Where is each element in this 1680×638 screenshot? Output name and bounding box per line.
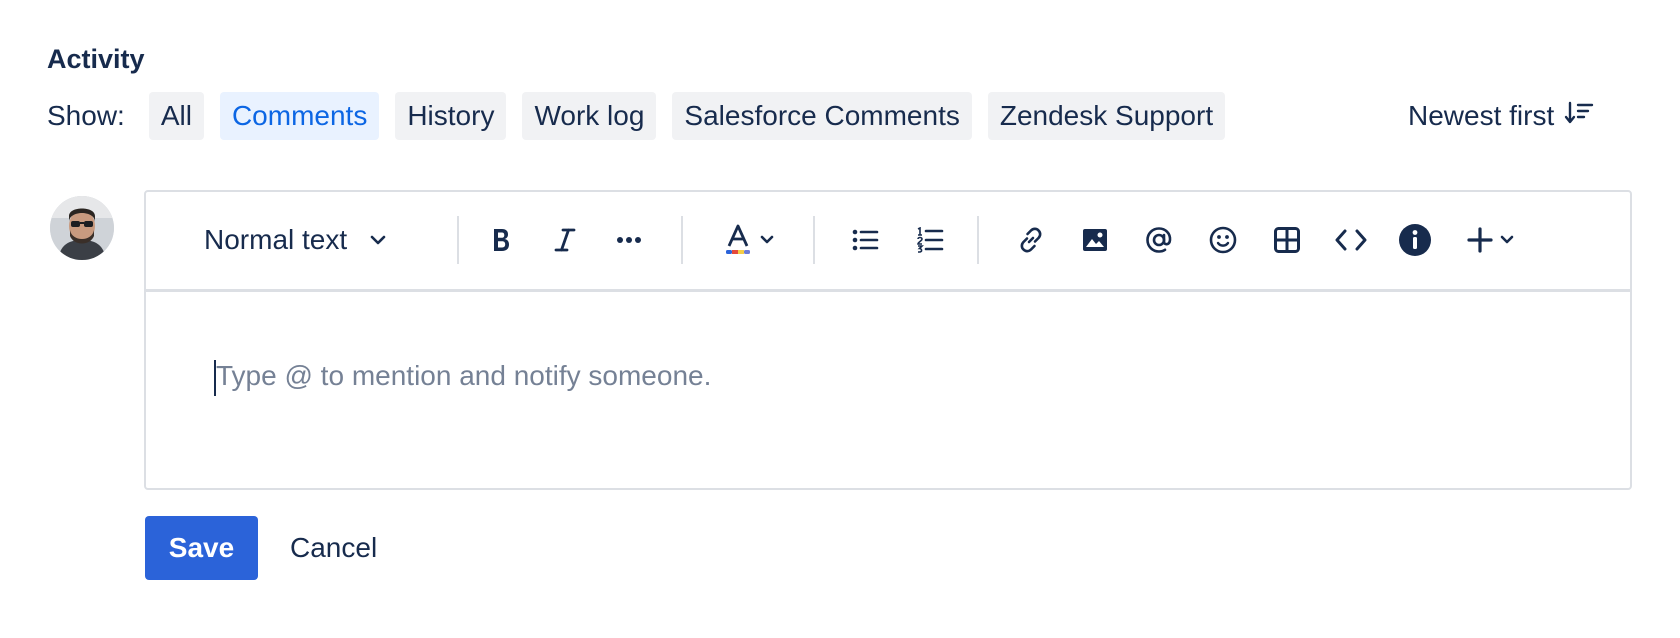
table-icon[interactable]	[1263, 214, 1311, 266]
filter-comments[interactable]: Comments	[219, 92, 380, 140]
filter-history[interactable]: History	[395, 92, 507, 140]
insert-dropdown[interactable]	[1459, 214, 1523, 266]
image-icon[interactable]	[1071, 214, 1119, 266]
toolbar-divider	[457, 216, 459, 264]
save-button[interactable]: Save	[145, 516, 258, 580]
bold-icon[interactable]	[477, 214, 525, 266]
sort-descending-icon	[1564, 100, 1594, 133]
show-label: Show:	[47, 100, 125, 131]
info-panel-icon[interactable]	[1391, 214, 1439, 266]
toolbar-divider	[681, 216, 683, 264]
text-style-label: Normal text	[204, 224, 348, 255]
numbered-list-icon[interactable]	[906, 214, 954, 266]
mention-icon[interactable]	[1135, 214, 1183, 266]
activity-filter-bar: Show: All Comments History Work log Sale…	[47, 92, 1241, 140]
text-color-dropdown[interactable]	[715, 214, 785, 266]
italic-icon[interactable]	[541, 214, 589, 266]
activity-heading: Activity	[47, 44, 145, 74]
chevron-down-icon	[369, 234, 387, 246]
bullet-list-icon[interactable]	[841, 214, 889, 266]
filter-all[interactable]: All	[148, 92, 204, 140]
chevron-down-icon	[759, 234, 775, 246]
sort-order-label: Newest first	[1408, 100, 1555, 131]
text-color-icon	[725, 224, 751, 256]
link-icon[interactable]	[1007, 214, 1055, 266]
text-style-dropdown[interactable]: Normal text	[204, 214, 434, 266]
emoji-icon[interactable]	[1199, 214, 1247, 266]
user-avatar	[50, 196, 114, 260]
filter-salesforce-comments[interactable]: Salesforce Comments	[672, 92, 972, 140]
toolbar-divider	[977, 216, 979, 264]
insert-plus-icon	[1467, 227, 1493, 253]
cancel-button[interactable]: Cancel	[276, 516, 391, 580]
editor-toolbar: Normal text	[146, 192, 1630, 292]
toolbar-divider	[813, 216, 815, 264]
filter-work-log[interactable]: Work log	[522, 92, 657, 140]
chevron-down-icon	[1499, 234, 1515, 246]
more-formatting-icon[interactable]	[605, 214, 653, 266]
code-icon[interactable]	[1327, 214, 1375, 266]
comment-placeholder: Type @ to mention and notify someone.	[216, 360, 712, 391]
comment-editor: Normal text Type @ to mention and notify…	[144, 190, 1632, 490]
filter-zendesk-support[interactable]: Zendesk Support	[987, 92, 1226, 140]
activity-panel: Activity Show: All Comments History Work…	[0, 0, 1680, 638]
sort-order-button[interactable]: Newest first	[1408, 96, 1594, 136]
